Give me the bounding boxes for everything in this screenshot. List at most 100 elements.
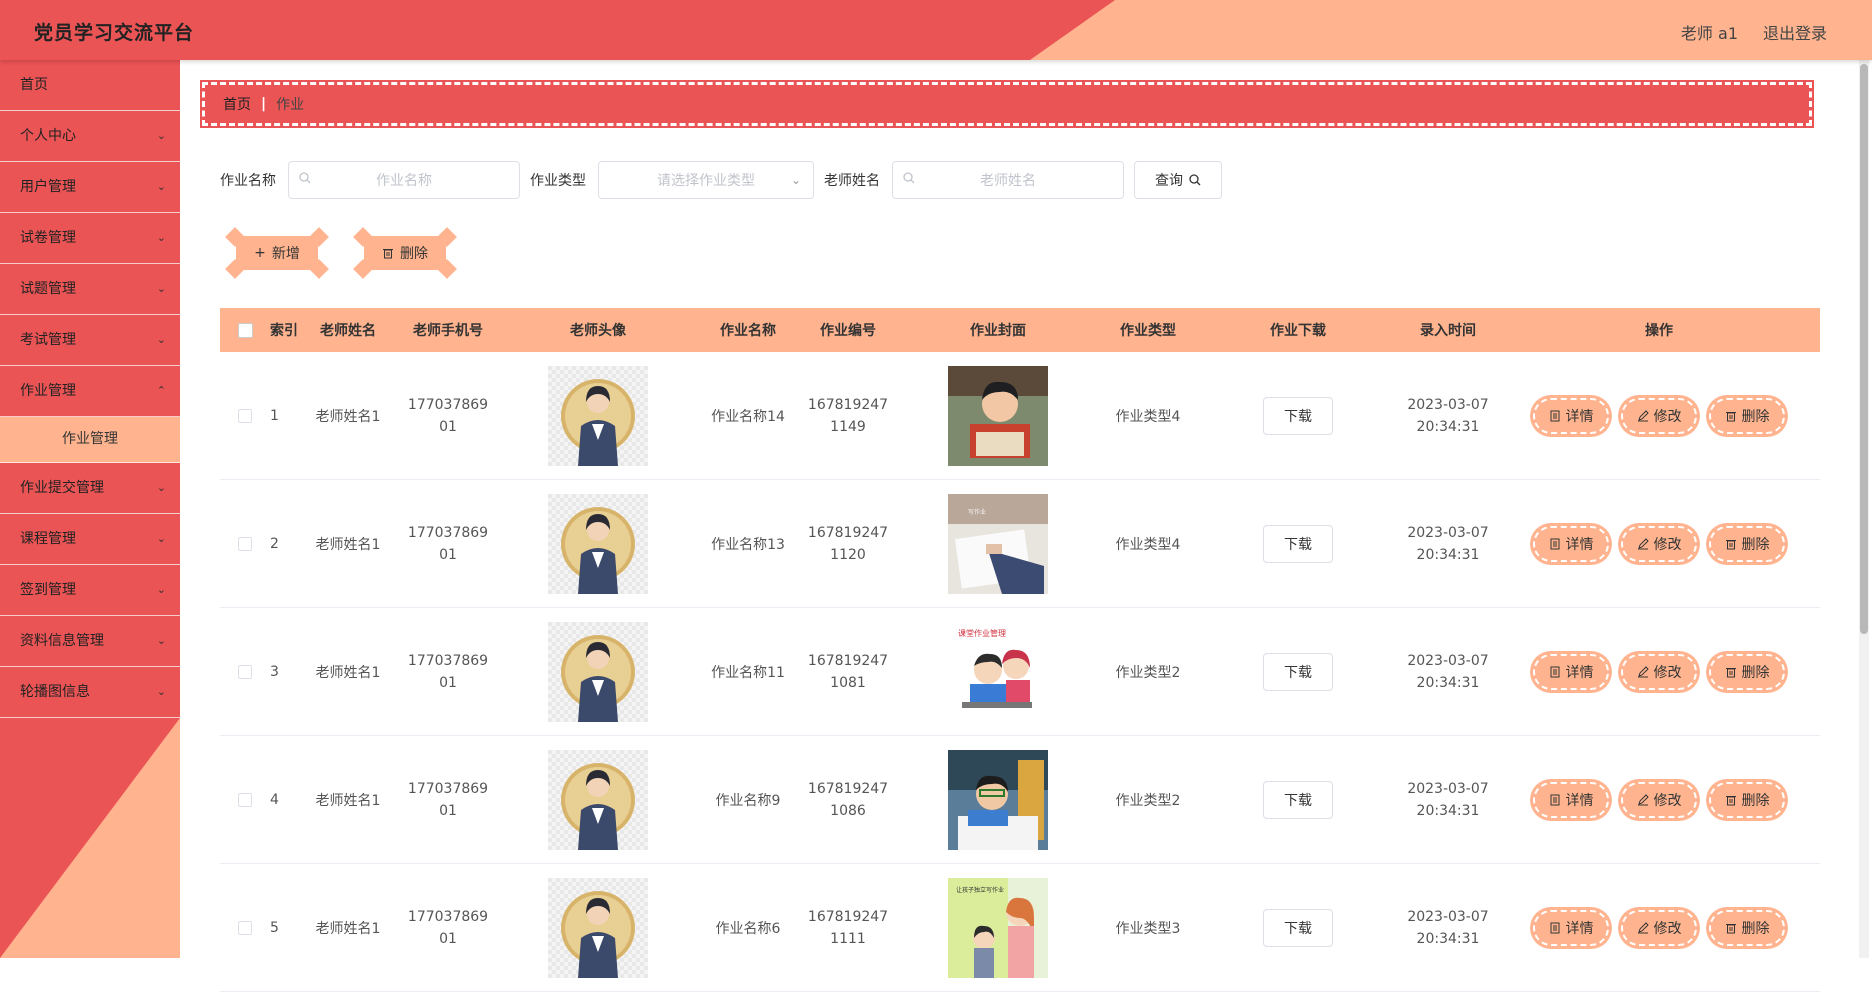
cell-teacher-name: 老师姓名1 <box>315 792 381 809</box>
cell-hw-type: 作业类型4 <box>1115 408 1181 425</box>
sidebar-item[interactable]: 作业提交管理 ⌄ <box>0 463 180 514</box>
delete-button[interactable]: 删除 <box>1709 397 1785 434</box>
breadcrumb-home[interactable]: 首页 <box>223 94 251 114</box>
scrollbar-thumb[interactable] <box>1860 64 1868 634</box>
chevron-down-icon: ⌄ <box>156 634 166 647</box>
row-checkbox[interactable] <box>238 920 252 935</box>
detail-button[interactable]: 详情 <box>1533 397 1609 434</box>
hw-name-input[interactable]: 作业名称 <box>288 161 520 199</box>
detail-button[interactable]: 详情 <box>1533 653 1609 690</box>
trash-icon <box>383 249 393 259</box>
delete-button[interactable]: 删除 <box>1709 525 1785 562</box>
cell-index: 3 <box>270 663 279 680</box>
sidebar-item-label: 个人中心 <box>20 128 76 144</box>
edit-label: 修改 <box>1653 792 1682 809</box>
row-checkbox[interactable] <box>238 536 252 551</box>
edit-label: 修改 <box>1653 536 1682 553</box>
detail-button[interactable]: 详情 <box>1533 781 1609 818</box>
cell-entry-time: 2023-03-07 20:34:31 <box>1407 780 1489 819</box>
add-button[interactable]: + 新增 <box>225 227 329 279</box>
select-all-checkbox[interactable] <box>237 322 253 338</box>
sidebar-item[interactable]: 轮播图信息 ⌄ <box>0 667 180 718</box>
edit-button[interactable]: 修改 <box>1621 909 1697 946</box>
column-header: 作业类型 <box>1120 323 1176 339</box>
sidebar-subitem-active[interactable]: 作业管理 <box>0 417 180 463</box>
row-checkbox[interactable] <box>238 792 252 807</box>
download-button[interactable]: 下载 <box>1263 908 1333 947</box>
edit-label: 修改 <box>1653 920 1682 937</box>
cell-hw-name: 作业名称14 <box>711 408 785 425</box>
sidebar-item[interactable]: 签到管理 ⌄ <box>0 565 180 616</box>
cell-hw-download: 下载 <box>1198 908 1398 947</box>
delete-button[interactable]: 删除 <box>1709 909 1785 946</box>
edit-icon <box>1637 665 1649 677</box>
sidebar-item[interactable]: 作业管理 ⌃ <box>0 366 180 417</box>
query-label: 查询 <box>1155 173 1183 189</box>
sidebar-item[interactable]: 用户管理 ⌄ <box>0 162 180 213</box>
row-checkbox[interactable] <box>238 664 252 679</box>
cell-teacher-avatar <box>498 749 698 850</box>
query-button[interactable]: 查询 <box>1134 161 1222 199</box>
teacher-name-input[interactable]: 老师姓名 <box>892 161 1124 199</box>
cell-index: 2 <box>270 535 279 552</box>
column-header: 操作 <box>1645 323 1673 339</box>
detail-button[interactable]: 详情 <box>1533 909 1609 946</box>
cell-entry-time: 2023-03-07 20:34:31 <box>1407 652 1489 691</box>
download-button[interactable]: 下载 <box>1263 780 1333 819</box>
search-icon <box>903 172 915 184</box>
download-button[interactable]: 下载 <box>1263 396 1333 435</box>
remove-label: 删除 <box>1741 792 1770 809</box>
sidebar-item[interactable]: 课程管理 ⌄ <box>0 514 180 565</box>
document-icon <box>1550 922 1559 933</box>
cell-teacher-name: 老师姓名1 <box>315 408 381 425</box>
cell-entry-time: 2023-03-07 20:34:31 <box>1407 396 1489 435</box>
trash-icon <box>1725 539 1736 549</box>
download-button[interactable]: 下载 <box>1263 524 1333 563</box>
edit-button[interactable]: 修改 <box>1621 397 1697 434</box>
column-header: 作业名称 <box>720 323 776 339</box>
cell-hw-number: 167819247 1111 <box>807 908 889 947</box>
sidebar-item[interactable]: 试卷管理 ⌄ <box>0 213 180 264</box>
sidebar-decoration <box>0 718 180 958</box>
row-checkbox-cell <box>220 664 270 679</box>
cell-operations: 详情 修改 删除 <box>1498 397 1820 434</box>
cell-operations: 详情 修改 删除 <box>1498 525 1820 562</box>
trash-icon <box>1725 795 1736 805</box>
download-button[interactable]: 下载 <box>1263 652 1333 691</box>
table-row: 1 老师姓名1 177037869 01 作业名称14 167819247 1149 作业… <box>220 352 1820 480</box>
cell-teacher-avatar <box>498 877 698 978</box>
sidebar-item-label: 作业提交管理 <box>20 480 104 496</box>
remove-label: 删除 <box>1741 408 1770 425</box>
hw-name-placeholder: 作业名称 <box>376 173 432 189</box>
sidebar-item[interactable]: 首页 <box>0 60 180 111</box>
sidebar-menu: 首页 个人中心 ⌄ 用户管理 ⌄ 试卷管理 ⌄ 试题管理 ⌄ 考试管理 ⌄ 作业管理 ⌃ 作业管理 作业提交… <box>0 60 180 718</box>
scrollbar[interactable] <box>1859 60 1869 958</box>
logout-link[interactable]: 退出登录 <box>1763 20 1827 44</box>
edit-button[interactable]: 修改 <box>1621 525 1697 562</box>
detail-button[interactable]: 详情 <box>1533 525 1609 562</box>
sidebar-item[interactable]: 个人中心 ⌄ <box>0 111 180 162</box>
sidebar-item[interactable]: 考试管理 ⌄ <box>0 315 180 366</box>
batch-delete-button[interactable]: 删除 <box>353 227 457 279</box>
hw-type-select[interactable]: 请选择作业类型 ⌄ <box>598 161 814 199</box>
sidebar-item-label: 资料信息管理 <box>20 633 104 649</box>
row-checkbox[interactable] <box>238 408 252 423</box>
edit-button[interactable]: 修改 <box>1621 653 1697 690</box>
delete-button[interactable]: 删除 <box>1709 653 1785 690</box>
cell-hw-cover <box>898 749 1098 850</box>
cell-teacher-phone: 177037869 01 <box>407 524 489 563</box>
edit-button[interactable]: 修改 <box>1621 781 1697 818</box>
cell-hw-type: 作业类型2 <box>1115 664 1181 681</box>
column-header: 作业下载 <box>1270 323 1326 339</box>
document-icon <box>1550 538 1559 549</box>
column-header: 老师头像 <box>570 323 626 339</box>
chevron-down-icon: ⌄ <box>156 481 166 494</box>
sidebar-item[interactable]: 资料信息管理 ⌄ <box>0 616 180 667</box>
document-icon <box>1550 410 1559 421</box>
column-header: 录入时间 <box>1420 323 1476 339</box>
delete-button[interactable]: 删除 <box>1709 781 1785 818</box>
hw-type-label: 作业类型 <box>530 173 586 189</box>
cover-writing-desk-image: 写作业 <box>948 493 1048 594</box>
cell-index: 4 <box>270 791 279 808</box>
sidebar-item[interactable]: 试题管理 ⌄ <box>0 264 180 315</box>
